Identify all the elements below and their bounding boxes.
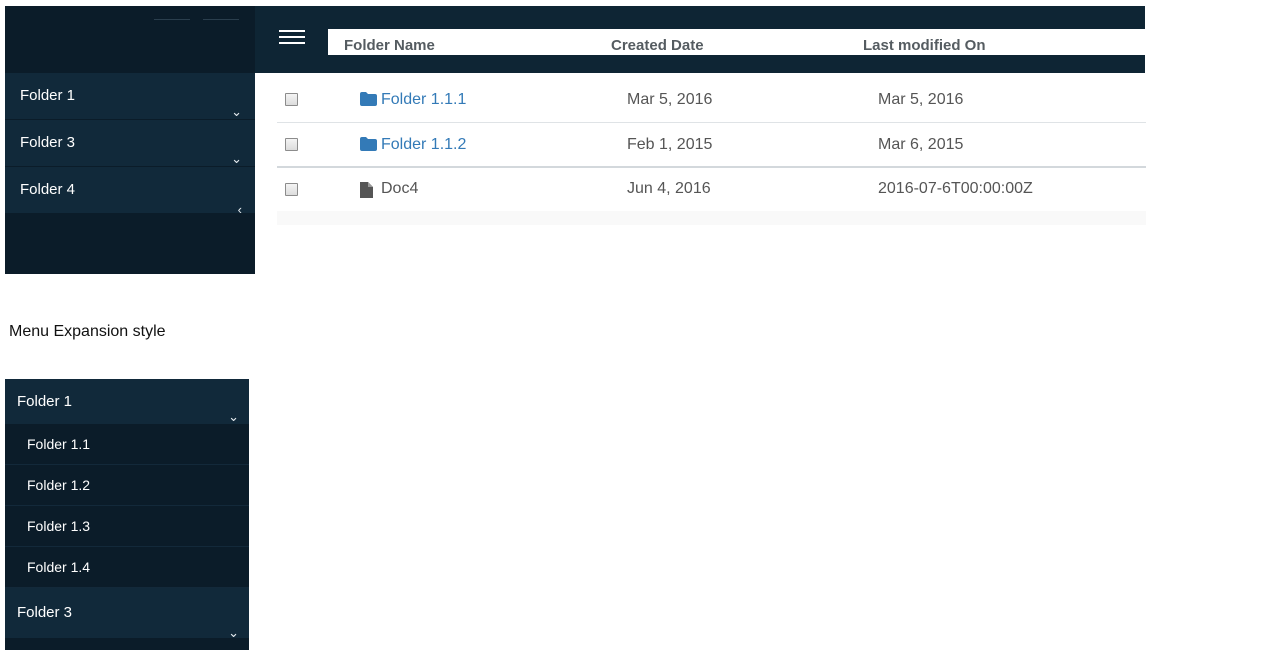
modified-date: Mar 6, 2015: [878, 136, 964, 153]
submenu-item[interactable]: Folder 1.1: [5, 424, 249, 465]
folder-link[interactable]: Folder 1.1.2: [381, 136, 466, 154]
chevron-down-icon: ⌄: [228, 409, 239, 424]
sidebar-header: [5, 6, 255, 73]
created-date: Mar 5, 2016: [627, 91, 713, 108]
created-date: Feb 1, 2015: [627, 136, 713, 153]
sidebar: Folder 1 ⌄ Folder 3 ⌄ Folder 4 ‹: [5, 6, 255, 274]
expanded-menu: Folder 1 ⌄ Folder 1.1 Folder 1.2 Folder …: [5, 379, 249, 650]
header-divider: [154, 19, 190, 20]
column-header-modified[interactable]: Last modified On: [863, 37, 986, 54]
sidebar-item-label: Folder 1: [20, 87, 76, 104]
submenu-item[interactable]: Folder 1.4: [5, 547, 249, 588]
menu-icon[interactable]: [279, 30, 305, 48]
submenu-item[interactable]: Folder 1.3: [5, 506, 249, 547]
chevron-left-icon: ‹: [237, 202, 242, 217]
row-checkbox[interactable]: [285, 93, 298, 106]
table-row[interactable]: Folder 1.1.2 Feb 1, 2015 Mar 6, 2015: [277, 123, 1146, 168]
chevron-down-icon: ⌄: [231, 151, 242, 166]
file-grid: Folder 1.1.1 Mar 5, 2016 Mar 5, 2016 Fol…: [277, 78, 1146, 225]
table-header: Folder Name Created Date Last modified O…: [328, 29, 1145, 55]
table-row[interactable]: Folder 1.1.1 Mar 5, 2016 Mar 5, 2016: [277, 78, 1146, 123]
sidebar-item-label: Folder 4: [20, 181, 76, 198]
menu-item-label: Folder 3: [17, 604, 73, 621]
sidebar-item-folder-3[interactable]: Folder 3 ⌄: [5, 120, 255, 167]
sidebar-item-label: Folder 3: [20, 134, 76, 151]
folder-link[interactable]: Folder 1.1.1: [381, 91, 466, 109]
chevron-down-icon: ⌄: [228, 625, 239, 640]
menu-item-label: Folder 1: [17, 393, 73, 410]
modified-date: Mar 5, 2016: [878, 91, 964, 108]
created-date: Jun 4, 2016: [627, 180, 711, 197]
file-name[interactable]: Doc4: [381, 180, 418, 198]
folder-icon: [360, 92, 377, 106]
file-icon: [360, 182, 373, 198]
sidebar-item-folder-1[interactable]: Folder 1 ⌄: [5, 73, 255, 120]
column-header-created[interactable]: Created Date: [611, 37, 704, 54]
header-divider: [203, 19, 239, 20]
submenu-item[interactable]: Folder 1.2: [5, 465, 249, 506]
topbar: Folder Name Created Date Last modified O…: [255, 6, 1145, 73]
table-row[interactable]: Doc4 Jun 4, 2016 2016-07-6T00:00:00Z: [277, 168, 1146, 211]
sidebar-item-folder-4[interactable]: Folder 4 ‹: [5, 167, 255, 217]
chevron-down-icon: ⌄: [231, 104, 242, 119]
menu-item-folder-1[interactable]: Folder 1 ⌄: [5, 379, 249, 424]
row-checkbox[interactable]: [285, 183, 298, 196]
modified-date: 2016-07-6T00:00:00Z: [878, 180, 1033, 197]
grid-footer: [277, 211, 1146, 225]
column-header-name[interactable]: Folder Name: [344, 37, 435, 54]
menu-item-folder-3[interactable]: Folder 3 ⌄: [5, 588, 249, 640]
section-caption: Menu Expansion style: [9, 323, 166, 340]
folder-icon: [360, 137, 377, 151]
row-checkbox[interactable]: [285, 138, 298, 151]
row-divider: [277, 166, 1146, 168]
